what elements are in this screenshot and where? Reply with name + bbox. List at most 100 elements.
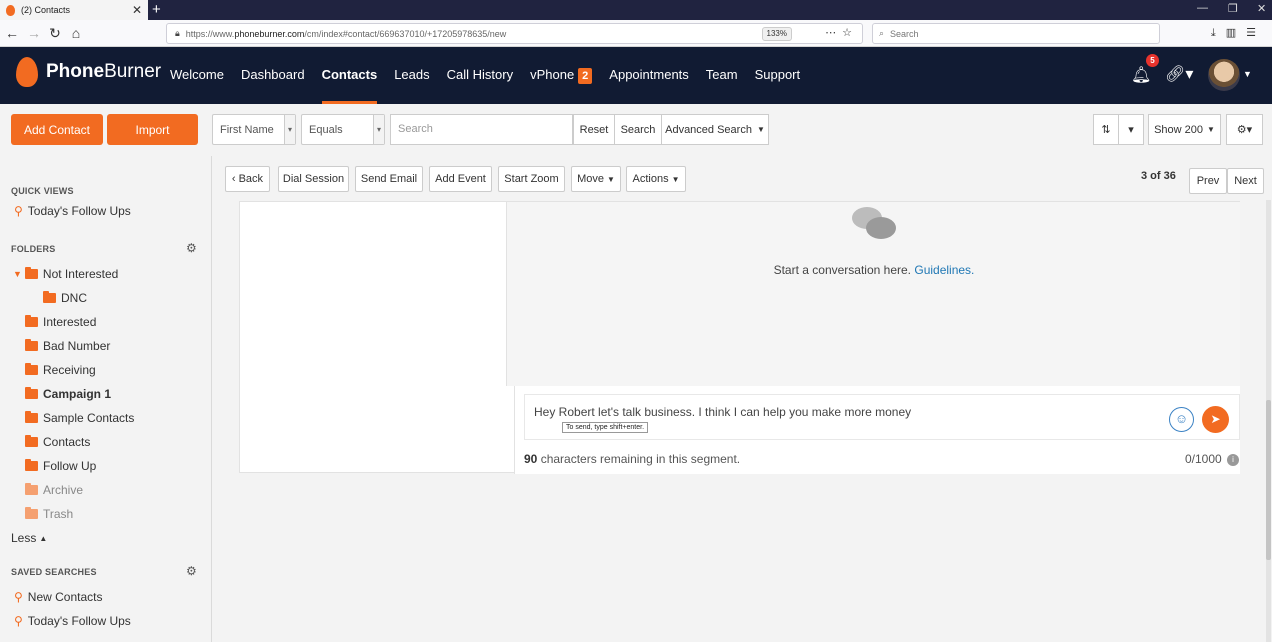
sidebar-item-label: Today's Follow Ups <box>27 614 131 628</box>
avatar[interactable] <box>1208 59 1240 91</box>
browser-tab[interactable]: (2) Contacts ✕ <box>0 0 148 20</box>
folder-not-interested[interactable]: ▼ Not Interested <box>13 267 118 281</box>
actions-dropdown[interactable]: Actions ▼ <box>626 166 686 192</box>
reload-icon[interactable]: ↻ <box>46 24 64 42</box>
folder-icon <box>24 267 38 279</box>
folder-icon <box>25 387 38 399</box>
saved-search-new-contacts[interactable]: ⚲ New Contacts <box>14 590 103 604</box>
restore-icon[interactable]: ❐ <box>1228 2 1238 15</box>
folder-icon <box>25 435 38 447</box>
back-arrow-icon[interactable]: ← <box>3 24 21 42</box>
search-icon: ⌕ <box>879 28 885 38</box>
reset-button[interactable]: Reset <box>573 114 615 145</box>
link-icon[interactable]: 🔗︎▾ <box>1165 64 1193 84</box>
close-window-icon[interactable]: ✕ <box>1257 2 1266 15</box>
add-event-button[interactable]: Add Event <box>429 166 492 192</box>
character-count-value: 0/1000 <box>1185 452 1222 466</box>
folder-receiving[interactable]: Receiving <box>25 363 96 377</box>
minimize-icon[interactable]: — <box>1197 2 1208 14</box>
saved-searches-gear-icon[interactable]: ⚙ <box>186 564 197 578</box>
character-count: 0/1000 i <box>1185 452 1240 466</box>
browser-menu-icons[interactable]: ⤓▥☰ <box>1211 26 1266 40</box>
folder-campaign-1[interactable]: Campaign 1 <box>25 387 111 401</box>
back-button[interactable]: ‹ Back <box>225 166 270 192</box>
nav-dashboard[interactable]: Dashboard <box>241 47 305 104</box>
field-select[interactable]: First Name ▾ <box>212 114 296 145</box>
home-icon[interactable]: ⌂ <box>67 24 85 42</box>
remaining-count: 90 <box>524 452 538 466</box>
actions-label: Actions <box>632 173 669 185</box>
next-button[interactable]: Next <box>1227 168 1264 194</box>
phoneburner-logo[interactable]: Phone Burner <box>16 57 161 87</box>
nav-team[interactable]: Team <box>706 47 738 104</box>
contact-search-input[interactable]: Search <box>390 114 573 145</box>
zoom-level[interactable]: 133% <box>761 27 792 41</box>
folder-sample-contacts[interactable]: Sample Contacts <box>25 411 134 425</box>
folder-icon <box>25 315 38 327</box>
sidebar-item-label: Follow Up <box>43 459 97 473</box>
new-tab-button[interactable]: + <box>152 1 161 19</box>
sidebar-item-label: Sample Contacts <box>43 411 135 425</box>
chevron-down-icon[interactable]: ▼ <box>1243 69 1252 79</box>
folder-icon <box>43 291 56 303</box>
start-zoom-button[interactable]: Start Zoom <box>498 166 565 192</box>
show-count-label: Show 200 <box>1154 123 1203 136</box>
add-contact-button[interactable]: Add Contact <box>11 114 103 145</box>
sort-icon[interactable]: ⇅ <box>1093 114 1119 145</box>
scrollbar-thumb[interactable] <box>1266 400 1271 560</box>
page-actions-icon[interactable]: ⋯☆ <box>825 26 858 39</box>
quick-view-todays-follow-ups[interactable]: ⚲ Today's Follow Ups <box>14 204 131 218</box>
send-icon[interactable]: ➤ <box>1202 406 1229 433</box>
message-input[interactable]: Hey Robert let's talk business. I think … <box>524 394 1240 440</box>
show-count-select[interactable]: Show 200 ▼ <box>1148 114 1221 145</box>
browser-search-input[interactable]: ⌕ Search <box>872 23 1160 44</box>
less-label: Less <box>11 531 37 545</box>
folder-follow-up[interactable]: Follow Up <box>25 459 96 473</box>
guidelines-link[interactable]: Guidelines. <box>914 263 974 277</box>
search-button[interactable]: Search <box>614 114 662 145</box>
browser-tab-bar: (2) Contacts ✕ + — ❐ ✕ <box>0 0 1272 20</box>
start-conversation-label: Start a conversation here. <box>773 263 912 277</box>
notification-badge: 5 <box>1146 54 1159 67</box>
nav-vphone[interactable]: vPhone 2 <box>530 47 593 104</box>
bell-icon[interactable]: 🔔︎ <box>1131 65 1151 85</box>
settings-gear-icon[interactable]: ⚙▾ <box>1226 114 1263 145</box>
vphone-badge: 2 <box>578 68 593 84</box>
info-icon[interactable]: i <box>1227 453 1240 466</box>
prev-button[interactable]: Prev <box>1189 168 1227 194</box>
nav-appointments[interactable]: Appointments <box>609 47 689 104</box>
saved-search-todays-follow-ups[interactable]: ⚲ Today's Follow Ups <box>14 614 131 628</box>
nav-call-history[interactable]: Call History <box>447 47 513 104</box>
send-email-button[interactable]: Send Email <box>355 166 423 192</box>
move-dropdown[interactable]: Move ▼ <box>571 166 621 192</box>
dial-session-button[interactable]: Dial Session <box>278 166 349 192</box>
folder-interested[interactable]: Interested <box>25 315 96 329</box>
nav-leads[interactable]: Leads <box>394 47 429 104</box>
nav-support[interactable]: Support <box>755 47 801 104</box>
chat-bubbles-icon <box>852 207 896 241</box>
tab-title: (2) Contacts <box>21 5 71 15</box>
forward-arrow-icon[interactable]: → <box>25 24 43 42</box>
less-toggle[interactable]: Less ▲ <box>11 531 47 545</box>
address-bar[interactable]: 🔒︎ https://www. phoneburner.com/cm/index#… <box>166 23 863 44</box>
chevron-down-icon[interactable]: ▾ <box>1118 114 1144 145</box>
operator-select[interactable]: Equals ▾ <box>301 114 385 145</box>
back-label: Back <box>238 173 264 185</box>
folder-archive[interactable]: Archive <box>25 483 83 497</box>
nav-contacts[interactable]: Contacts <box>321 47 377 104</box>
folder-bad-number[interactable]: Bad Number <box>25 339 110 353</box>
folder-contacts[interactable]: Contacts <box>25 435 90 449</box>
nav-welcome[interactable]: Welcome <box>170 47 224 104</box>
folders-gear-icon[interactable]: ⚙ <box>186 241 197 255</box>
emoji-icon[interactable]: ☺ <box>1169 407 1194 432</box>
folder-trash[interactable]: Trash <box>25 507 73 521</box>
phoneburner-favicon-icon <box>6 4 15 16</box>
import-button[interactable]: Import <box>107 114 198 145</box>
chat-bubble-front <box>866 217 896 239</box>
sidebar-item-label: DNC <box>61 291 87 305</box>
folder-dnc[interactable]: DNC <box>43 291 87 305</box>
tab-close-icon[interactable]: ✕ <box>132 3 142 17</box>
conversation-area: Start a conversation here. Guidelines. <box>506 202 1240 386</box>
advanced-search-button[interactable]: Advanced Search ▼ <box>661 114 769 145</box>
chevron-down-icon: ▾ <box>284 115 295 144</box>
